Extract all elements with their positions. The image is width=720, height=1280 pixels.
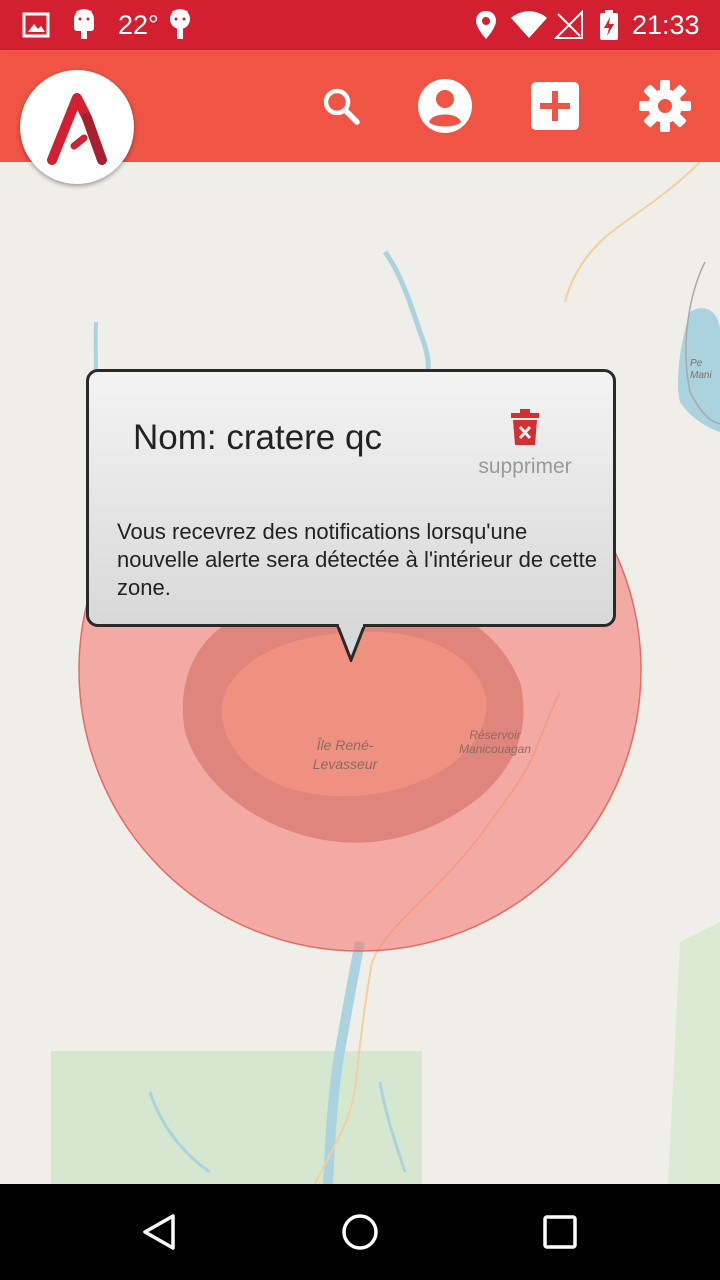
zone-info-popup: Nom: cratere qc supprimer Vous recevrez … — [86, 369, 616, 627]
wifi-icon — [510, 0, 548, 50]
map-background — [51, 162, 720, 1184]
android-icon — [166, 0, 194, 50]
location-icon — [474, 0, 498, 50]
add-box-icon[interactable] — [527, 78, 583, 134]
settings-icon[interactable] — [637, 78, 693, 134]
image-icon — [22, 0, 50, 50]
map-label-edge-line2: Mani — [690, 370, 712, 381]
map-label-reservoir: Réservoir Manicouagan — [448, 728, 542, 756]
home-icon[interactable] — [310, 1184, 410, 1280]
map-label-edge-line1: Pe — [690, 358, 703, 369]
no-signal-icon — [554, 0, 584, 50]
account-icon[interactable] — [417, 78, 473, 134]
map-label-island-line2: Levasseur — [312, 756, 378, 772]
map-view[interactable]: Île René- Levasseur Réservoir Manicouaga… — [0, 162, 720, 1184]
clock-text: 21:33 — [632, 9, 700, 40]
popup-tail — [336, 624, 366, 662]
delete-zone-button[interactable]: supprimer — [465, 408, 585, 479]
delete-icon — [511, 409, 539, 445]
map-label-reservoir-line2: Manicouagan — [458, 742, 532, 756]
battery-charging-icon — [598, 0, 620, 50]
search-icon[interactable] — [313, 78, 369, 134]
recents-icon[interactable] — [510, 1184, 610, 1280]
map-label-island: Île René- Levasseur — [300, 736, 390, 774]
back-icon[interactable] — [110, 1184, 210, 1280]
map-label-edge: Pe Mani — [690, 358, 720, 382]
android-icon — [70, 0, 98, 50]
app-logo-icon[interactable] — [20, 70, 134, 184]
map-label-reservoir-line1: Réservoir — [469, 728, 521, 742]
delete-label: supprimer — [478, 455, 572, 478]
temperature-text: 22° — [118, 9, 159, 40]
map-label-island-line1: Île René- — [316, 737, 374, 753]
navigation-bar — [0, 1184, 720, 1280]
status-bar: 22° 21:33 — [0, 0, 720, 50]
zone-name-title: Nom: cratere qc — [133, 418, 382, 457]
zone-notification-message: Vous recevrez des notifications lorsqu'u… — [117, 519, 597, 600]
